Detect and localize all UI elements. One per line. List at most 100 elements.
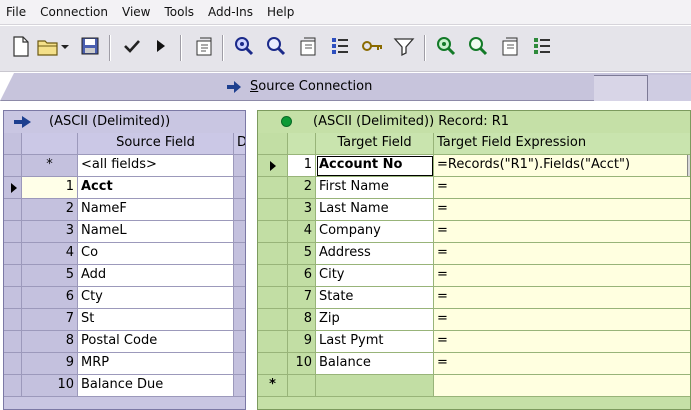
table-row[interactable]: 4 Co	[4, 243, 245, 265]
zoom-icon[interactable]	[230, 32, 258, 60]
row-selector[interactable]	[4, 353, 22, 375]
source-field-cell[interactable]: NameL	[78, 221, 234, 243]
table-row[interactable]: 9 Last Pymt =	[258, 331, 690, 353]
row-selector[interactable]	[4, 243, 22, 265]
menu-file[interactable]: File	[6, 5, 26, 19]
target-expression-cell[interactable]: =	[434, 221, 690, 243]
target-expression-cell[interactable]: =	[434, 243, 690, 265]
table-row[interactable]: 10 Balance =	[258, 353, 690, 375]
row-selector[interactable]	[4, 199, 22, 221]
target-field-cell[interactable]: Zip	[316, 309, 434, 331]
dropdown-arrow-icon[interactable]	[58, 32, 72, 60]
source-field-column-header[interactable]: Source Field	[78, 133, 234, 155]
zoom-icon[interactable]	[432, 32, 460, 60]
properties-icon[interactable]	[190, 32, 218, 60]
source-field-cell[interactable]: Balance Due	[78, 375, 234, 397]
check-icon[interactable]	[118, 32, 146, 60]
source-field-cell[interactable]: Add	[78, 265, 234, 287]
source-field-cell[interactable]: <all fields>	[78, 155, 234, 177]
source-connection-bar[interactable]: Source Connection	[0, 73, 691, 101]
target-field-cell[interactable]: Balance	[316, 353, 434, 375]
table-row[interactable]: 3 NameL	[4, 221, 245, 243]
row-selector[interactable]	[258, 221, 288, 243]
table-row[interactable]: 2 NameF	[4, 199, 245, 221]
row-selector[interactable]	[258, 265, 288, 287]
table-row[interactable]: 6 City =	[258, 265, 690, 287]
key-icon[interactable]	[358, 32, 386, 60]
list-icon[interactable]	[326, 32, 354, 60]
row-selector[interactable]	[258, 243, 288, 265]
row-selector[interactable]	[4, 331, 22, 353]
table-row[interactable]: 9 MRP	[4, 353, 245, 375]
target-field-cell[interactable]: Last Pymt	[316, 331, 434, 353]
row-selector[interactable]	[258, 331, 288, 353]
next-column-header[interactable]: D	[234, 133, 245, 155]
row-selector[interactable]	[4, 287, 22, 309]
source-field-cell[interactable]: Acct	[78, 177, 234, 199]
target-expression-cell[interactable]	[434, 375, 690, 397]
source-field-cell[interactable]: NameF	[78, 199, 234, 221]
source-field-cell[interactable]: Cty	[78, 287, 234, 309]
row-selector[interactable]	[258, 177, 288, 199]
menu-tools[interactable]: Tools	[164, 5, 194, 19]
new-document-icon[interactable]	[6, 32, 34, 60]
table-row[interactable]: 2 First Name =	[258, 177, 690, 199]
target-expression-cell[interactable]: =	[434, 199, 690, 221]
source-field-cell[interactable]: St	[78, 309, 234, 331]
table-row[interactable]: 7 St	[4, 309, 245, 331]
row-selector[interactable]	[258, 199, 288, 221]
run-icon[interactable]	[146, 32, 174, 60]
target-field-cell[interactable]: City	[316, 265, 434, 287]
table-row-new[interactable]: *	[258, 375, 690, 397]
target-expression-cell[interactable]: =	[434, 265, 690, 287]
table-row[interactable]: 1 Account No =Records("R1").Fields("Acct")…	[258, 155, 690, 177]
properties-icon[interactable]	[496, 32, 524, 60]
target-expression-cell[interactable]: =	[434, 353, 690, 375]
source-field-cell[interactable]: MRP	[78, 353, 234, 375]
menu-connection[interactable]: Connection	[40, 5, 108, 19]
table-row[interactable]: 3 Last Name =	[258, 199, 690, 221]
row-selector[interactable]	[4, 265, 22, 287]
table-row[interactable]: 10 Balance Due	[4, 375, 245, 397]
target-field-cell[interactable]: Last Name	[316, 199, 434, 221]
table-row[interactable]: 7 State =	[258, 287, 690, 309]
row-selector[interactable]	[258, 309, 288, 331]
row-selector[interactable]: *	[258, 375, 288, 397]
table-row[interactable]: 5 Address =	[258, 243, 690, 265]
row-selector[interactable]	[4, 177, 22, 199]
target-field-cell[interactable]: Address	[316, 243, 434, 265]
row-selector[interactable]	[258, 287, 288, 309]
table-row[interactable]: 4 Company =	[258, 221, 690, 243]
save-icon[interactable]	[76, 32, 104, 60]
target-expression-cell[interactable]: =	[434, 287, 690, 309]
table-row[interactable]: 8 Zip =	[258, 309, 690, 331]
row-selector[interactable]	[4, 221, 22, 243]
filter-icon[interactable]	[390, 32, 418, 60]
table-row[interactable]: 1 Acct	[4, 177, 245, 199]
row-selector[interactable]	[258, 353, 288, 375]
row-selector[interactable]	[4, 309, 22, 331]
menu-help[interactable]: Help	[267, 5, 294, 19]
target-field-cell[interactable]: State	[316, 287, 434, 309]
target-expression-cell[interactable]: =Records("R1").Fields("Acct")...	[434, 155, 690, 177]
target-expression-cell[interactable]: =	[434, 177, 690, 199]
find-icon[interactable]	[262, 32, 290, 60]
row-selector[interactable]	[258, 155, 288, 177]
target-expression-column-header[interactable]: Target Field Expression	[434, 133, 690, 155]
find-icon[interactable]	[464, 32, 492, 60]
target-field-cell[interactable]: Account No	[316, 155, 434, 177]
target-field-cell[interactable]	[316, 375, 434, 397]
target-expression-cell[interactable]: =	[434, 331, 690, 353]
row-selector[interactable]	[4, 375, 22, 397]
source-field-cell[interactable]: Co	[78, 243, 234, 265]
expression-builder-button[interactable]: ...	[687, 155, 690, 176]
table-row[interactable]: 8 Postal Code	[4, 331, 245, 353]
table-row[interactable]: 6 Cty	[4, 287, 245, 309]
target-field-cell[interactable]: First Name	[316, 177, 434, 199]
source-field-cell[interactable]: Postal Code	[78, 331, 234, 353]
row-selector[interactable]	[4, 155, 22, 177]
table-row[interactable]: 5 Add	[4, 265, 245, 287]
target-connection-tab[interactable]	[594, 75, 648, 101]
table-row[interactable]: * <all fields>	[4, 155, 245, 177]
menu-view[interactable]: View	[122, 5, 150, 19]
